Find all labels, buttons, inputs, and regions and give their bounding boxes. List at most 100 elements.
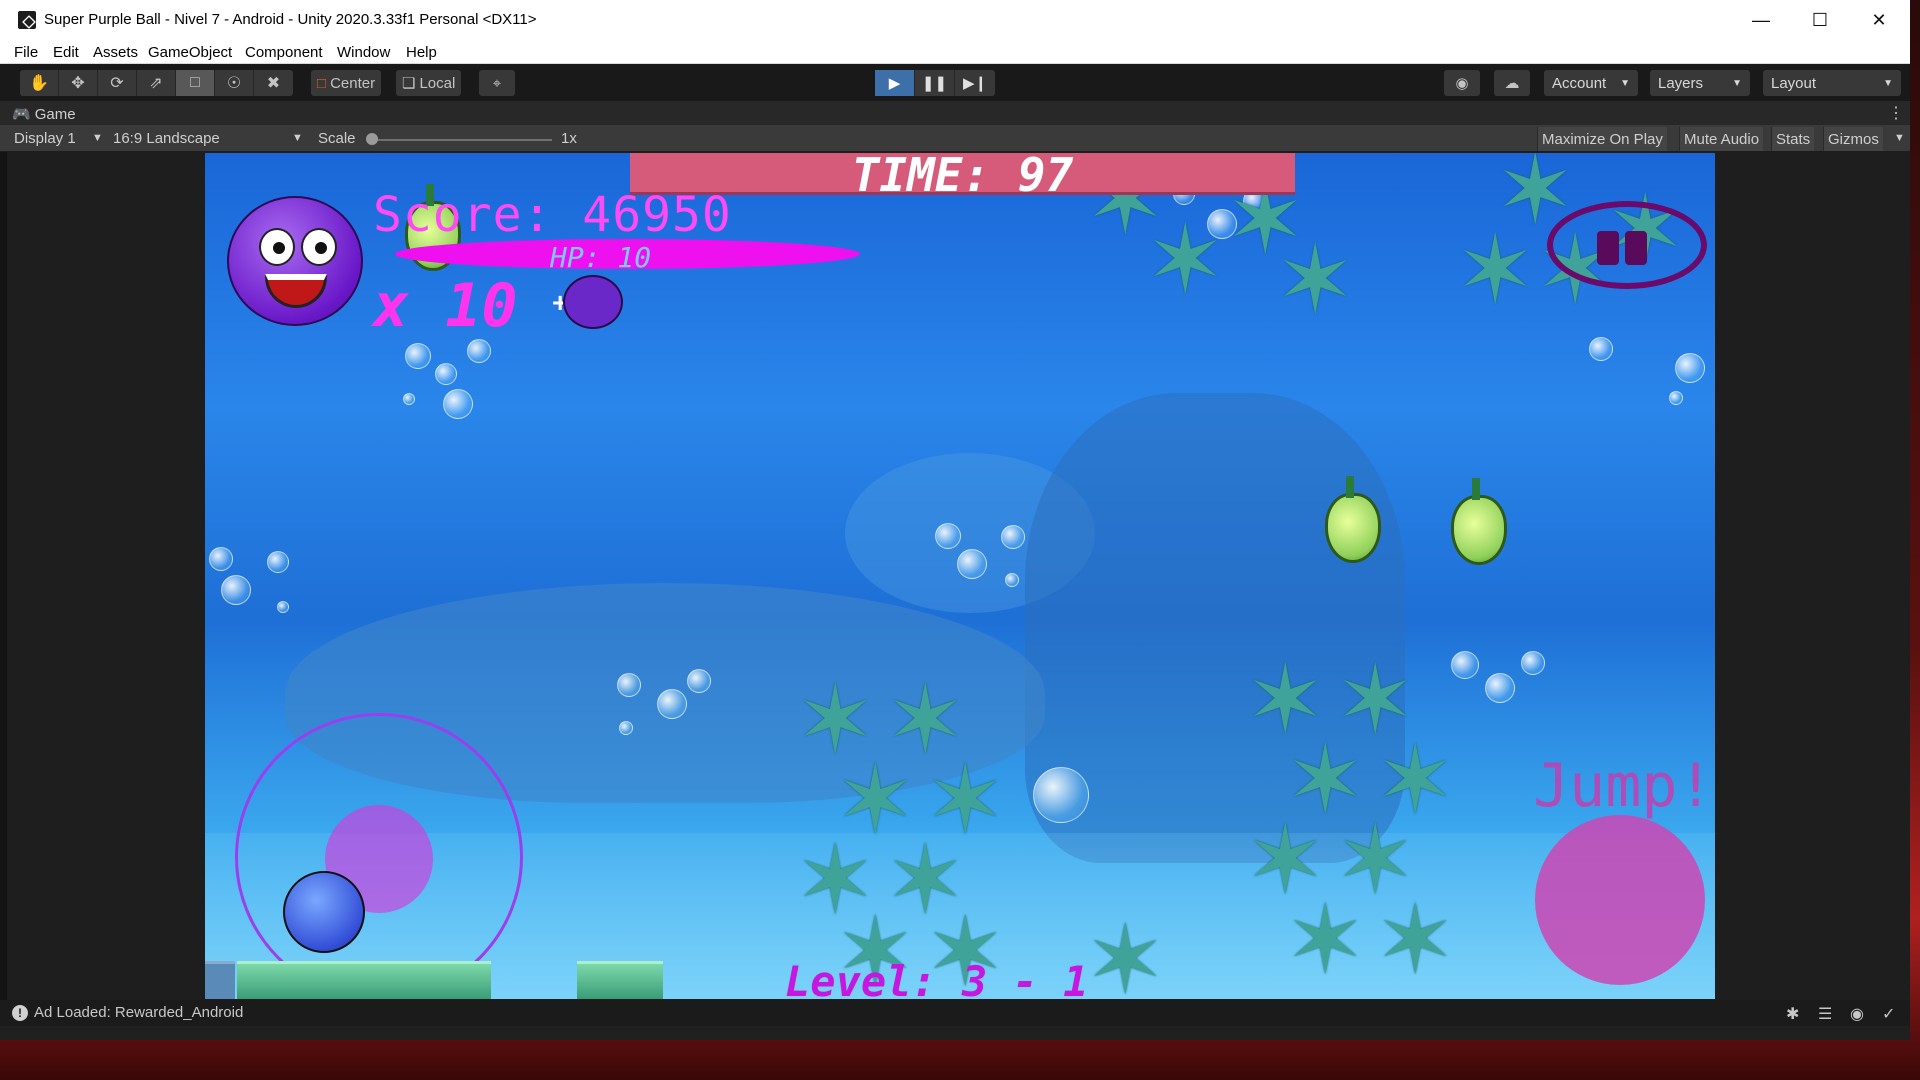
menu-window[interactable]: Window bbox=[337, 44, 390, 61]
scale-slider-handle[interactable] bbox=[366, 133, 378, 145]
menu-assets[interactable]: Assets bbox=[93, 44, 138, 61]
account-dropdown[interactable]: Account ▼ bbox=[1544, 70, 1638, 96]
gamepad-icon: 🎮 bbox=[12, 106, 31, 123]
rotate-tool-button[interactable]: ⟳ bbox=[98, 70, 137, 96]
rect-tool-button[interactable]: □ bbox=[176, 70, 215, 96]
bubble bbox=[1675, 353, 1705, 383]
player-ball bbox=[283, 871, 365, 953]
transform-tool-button[interactable]: ☉ bbox=[215, 70, 254, 96]
menu-help[interactable]: Help bbox=[406, 44, 437, 61]
game-pause-button[interactable] bbox=[1547, 201, 1707, 289]
playmode-controls: ▶ ❚❚ ▶❙ bbox=[875, 70, 995, 96]
avatar-eye bbox=[301, 228, 337, 266]
more-options-icon[interactable]: ⋮ bbox=[1888, 103, 1904, 123]
cloud-icon: ☁ bbox=[1504, 75, 1520, 92]
aspect-dropdown[interactable]: 16:9 Landscape bbox=[113, 130, 220, 147]
scale-tool-button[interactable]: ⇗ bbox=[137, 70, 176, 96]
bubble bbox=[1451, 651, 1479, 679]
menu-component[interactable]: Component bbox=[245, 44, 323, 61]
bubble bbox=[435, 363, 457, 385]
chevron-down-icon: ▼ bbox=[92, 132, 103, 144]
spike-star: ✶ bbox=[1375, 887, 1456, 994]
step-icon: ▶❙ bbox=[962, 75, 988, 92]
debug-icon[interactable]: ◉ bbox=[1850, 1004, 1864, 1024]
bubble bbox=[209, 547, 233, 571]
green-apple-pickup bbox=[1325, 476, 1381, 563]
stats-toggle[interactable]: Stats bbox=[1771, 127, 1815, 151]
transform-icon: ☉ bbox=[226, 75, 242, 92]
bubble bbox=[657, 689, 687, 719]
close-button[interactable]: ✕ bbox=[1850, 0, 1908, 40]
level-indicator: Level: 3 - 1 bbox=[785, 957, 1089, 999]
collab-button[interactable]: ◉ bbox=[1444, 70, 1480, 96]
maximize-button[interactable]: ☐ bbox=[1791, 0, 1849, 40]
display-dropdown[interactable]: Display 1 bbox=[14, 130, 76, 147]
mute-audio-label: Mute Audio bbox=[1684, 130, 1760, 148]
jump-button[interactable] bbox=[1535, 815, 1705, 985]
scale-slider-track[interactable] bbox=[370, 139, 552, 141]
bubble bbox=[267, 551, 289, 573]
chevron-down-icon: ▼ bbox=[1620, 77, 1630, 89]
pause-button[interactable]: ❚❚ bbox=[915, 70, 955, 96]
chevron-down-icon: ▼ bbox=[292, 132, 303, 144]
bubble bbox=[405, 343, 431, 369]
step-button[interactable]: ▶❙ bbox=[955, 70, 995, 96]
maximize-icon: ☐ bbox=[1811, 9, 1829, 30]
avatar-mouth bbox=[265, 274, 327, 308]
ground-tile bbox=[205, 961, 235, 999]
custom-tool-icon: ✖ bbox=[266, 75, 281, 92]
collab-icon: ◉ bbox=[1455, 75, 1469, 92]
layers-label: Layers bbox=[1658, 74, 1704, 92]
scale-value: 1x bbox=[561, 130, 577, 147]
main-toolbar: ✋ ✥ ⟳ ⇗ □ ☉ ✖ □ Center ❏ Local ⌖ ▶ ❚❚ ▶❙… bbox=[0, 64, 1910, 101]
custom-tool-button[interactable]: ✖ bbox=[254, 70, 293, 96]
maximize-on-play-toggle[interactable]: Maximize On Play bbox=[1537, 127, 1667, 151]
play-icon: ▶ bbox=[888, 75, 901, 92]
menu-file[interactable]: File bbox=[14, 44, 38, 61]
gizmos-toggle[interactable]: Gizmos bbox=[1823, 127, 1883, 151]
layers-icon[interactable]: ☰ bbox=[1818, 1004, 1832, 1024]
move-icon: ✥ bbox=[71, 75, 85, 92]
pivot-rotation-label: Local bbox=[419, 74, 456, 92]
move-tool-button[interactable]: ✥ bbox=[59, 70, 98, 96]
chevron-down-icon: ▼ bbox=[1894, 132, 1905, 144]
bubble bbox=[1669, 391, 1683, 405]
layout-dropdown[interactable]: Layout ▼ bbox=[1763, 70, 1901, 96]
check-circle-icon[interactable]: ✓ bbox=[1882, 1004, 1895, 1024]
bubble bbox=[467, 339, 491, 363]
tab-game-label: Game bbox=[34, 105, 76, 123]
pivot-mode-label: Center bbox=[330, 74, 376, 92]
bubble bbox=[1485, 673, 1515, 703]
ground-tile bbox=[237, 961, 491, 999]
unity-editor-window: Super Purple Ball - Nivel 7 - Android - … bbox=[0, 0, 1910, 1040]
rect-tool-icon: □ bbox=[190, 74, 200, 91]
minimize-button[interactable]: — bbox=[1732, 0, 1790, 40]
spike-star: ✶ bbox=[1455, 217, 1536, 324]
menu-edit[interactable]: Edit bbox=[53, 44, 79, 61]
bubble bbox=[1589, 337, 1613, 361]
menu-bar: File Edit Assets GameObject Component Wi… bbox=[0, 40, 1910, 64]
title-bar: Super Purple Ball - Nivel 7 - Android - … bbox=[0, 0, 1910, 40]
bug-icon[interactable]: ✱ bbox=[1786, 1004, 1799, 1024]
cloud-button[interactable]: ☁ bbox=[1494, 70, 1530, 96]
pivot-rotation-button[interactable]: ❏ Local bbox=[396, 70, 462, 96]
info-icon: ! bbox=[12, 1005, 28, 1021]
bubble bbox=[617, 673, 641, 697]
console-status-message[interactable]: Ad Loaded: Rewarded_Android bbox=[34, 1004, 243, 1021]
local-cube-icon: ❏ bbox=[402, 75, 416, 92]
grid-snap-button[interactable]: ⌖ bbox=[479, 70, 515, 96]
hand-tool-button[interactable]: ✋ bbox=[20, 70, 59, 96]
menu-gameobject[interactable]: GameObject bbox=[148, 44, 232, 61]
bubble bbox=[221, 575, 251, 605]
tab-game[interactable]: 🎮 Game bbox=[12, 105, 76, 124]
bubble bbox=[1005, 573, 1019, 587]
spike-star: ✶ bbox=[1085, 907, 1166, 1000]
mute-audio-toggle[interactable]: Mute Audio bbox=[1679, 127, 1764, 151]
layers-dropdown[interactable]: Layers ▼ bbox=[1650, 70, 1750, 96]
gizmos-label: Gizmos bbox=[1828, 130, 1879, 148]
spike-star: ✶ bbox=[1275, 227, 1356, 334]
pivot-mode-button[interactable]: □ Center bbox=[311, 70, 382, 96]
rotate-icon: ⟳ bbox=[110, 75, 124, 92]
game-viewport[interactable]: ✶ ✶ ✶ ✶ ✶ ✶ ✶ ✶ ✶ ✶ ✶ ✶ ✶ ✶ ✶ ✶ ✶ ✶ ✶ ✶ … bbox=[205, 153, 1715, 999]
play-button[interactable]: ▶ bbox=[875, 70, 915, 96]
